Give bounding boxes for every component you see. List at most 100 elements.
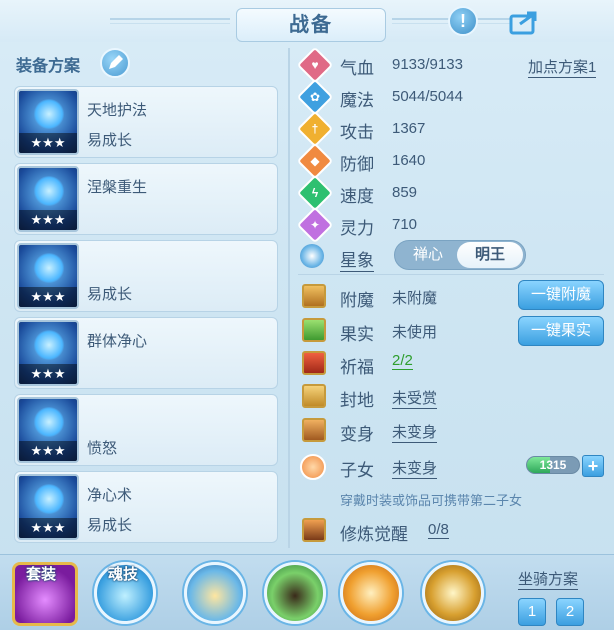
- fruit-icon: [302, 318, 326, 342]
- suit-label: 套装: [26, 566, 57, 583]
- scheme-tag: 易成长: [87, 132, 133, 149]
- gem-icon: [33, 99, 65, 129]
- blessing-label: 祈福: [340, 358, 374, 377]
- blessing-value[interactable]: 2/2: [392, 352, 413, 370]
- transform-label: 变身: [340, 425, 374, 444]
- stat-label-spirit: 灵力: [340, 219, 374, 238]
- stat-value-def: 1640: [392, 152, 426, 169]
- child-hint-text: 穿戴时装或饰品可携带第二子女: [340, 493, 523, 508]
- stat-label-atk: 攻击: [340, 123, 374, 142]
- star-rating: ★★★: [19, 364, 77, 384]
- sword-icon: †: [296, 110, 334, 148]
- toggle-option-zen[interactable]: 禅心: [399, 243, 457, 267]
- scheme-name: 天地护法: [87, 102, 148, 119]
- golden-skill-orb[interactable]: [422, 562, 484, 624]
- mount-plan-2-button[interactable]: 2: [556, 598, 584, 626]
- gem-icon: [33, 407, 65, 437]
- child-value[interactable]: 未变身: [392, 457, 438, 479]
- buddha-skill-orb[interactable]: [184, 562, 246, 624]
- constellation-label[interactable]: 星象: [340, 246, 374, 272]
- cultivate-value[interactable]: 0/8: [428, 521, 449, 539]
- enchant-value: 未附魔: [392, 290, 438, 307]
- enchant-label: 附魔: [340, 291, 374, 310]
- toggle-option-mingwang[interactable]: 明王: [457, 242, 523, 268]
- stat-label-spd: 速度: [340, 187, 374, 206]
- gem-icon: [33, 330, 65, 360]
- scheme-card-4[interactable]: ★★★ 群体净心: [14, 317, 278, 389]
- edit-pencil-icon[interactable]: [100, 48, 130, 78]
- fief-label: 封地: [340, 391, 374, 410]
- scheme-tag: 愤怒: [87, 440, 118, 457]
- star-rating: ★★★: [19, 133, 77, 153]
- stat-label-hp: 气血: [340, 59, 374, 78]
- fief-value[interactable]: 未受赏: [392, 387, 438, 409]
- child-exp-bar: 1315: [526, 456, 580, 474]
- star-rating: ★★★: [19, 210, 77, 230]
- title-wing-left: [110, 18, 230, 24]
- stat-value-atk: 1367: [392, 120, 426, 137]
- star-rating: ★★★: [19, 287, 77, 307]
- scheme-portrait: ★★★: [17, 397, 79, 463]
- alert-icon[interactable]: !: [448, 6, 478, 36]
- stats-divider: [298, 274, 604, 275]
- transform-value[interactable]: 未变身: [392, 421, 438, 443]
- gem-icon: [33, 484, 65, 514]
- dark-skill-orb[interactable]: [264, 562, 326, 624]
- scheme-portrait: ★★★: [17, 89, 79, 155]
- mount-plan-label[interactable]: 坐骑方案: [518, 568, 579, 590]
- scheme-portrait: ★★★: [17, 320, 79, 386]
- scheme-card-1[interactable]: ★★★ 天地护法 易成长: [14, 86, 278, 158]
- stat-label-def: 防御: [340, 155, 374, 174]
- fief-icon: [302, 384, 326, 408]
- scheme-portrait: ★★★: [17, 166, 79, 232]
- star-rating: ★★★: [19, 518, 77, 538]
- share-icon[interactable]: [508, 8, 542, 36]
- gem-icon: [33, 253, 65, 283]
- scheme-card-5[interactable]: ★★★ 愤怒: [14, 394, 278, 466]
- scheme-name: 净心术: [87, 487, 133, 504]
- scheme-tag: 易成长: [87, 286, 133, 303]
- fruit-value: 未使用: [392, 324, 438, 341]
- scheme-card-3[interactable]: ★★★ 易成长: [14, 240, 278, 312]
- scheme-card-2[interactable]: ★★★ 涅槃重生: [14, 163, 278, 235]
- exp-bar-value: 1315: [539, 458, 567, 472]
- cultivate-icon: [302, 518, 326, 542]
- child-label: 子女: [340, 461, 374, 480]
- point-plan-link[interactable]: 加点方案1: [528, 56, 597, 78]
- constellation-toggle[interactable]: 禅心 明王: [394, 240, 526, 270]
- panel-divider: [288, 48, 290, 548]
- scheme-name: 群体净心: [87, 333, 148, 350]
- shield-icon: ◆: [296, 142, 334, 180]
- cultivate-label: 修炼觉醒: [340, 525, 408, 544]
- scheme-portrait: ★★★: [17, 243, 79, 309]
- soul-skill-label: 魂技: [108, 566, 139, 583]
- page-title: 战备: [236, 8, 386, 42]
- stat-value-spirit: 710: [392, 216, 418, 233]
- equipment-plan-header: 装备方案: [16, 58, 81, 75]
- scheme-card-6[interactable]: ★★★ 净心术 易成长: [14, 471, 278, 543]
- one-click-fruit-button[interactable]: 一键果实: [518, 316, 604, 346]
- speed-icon: ϟ: [296, 174, 334, 212]
- stat-value-spd: 859: [392, 184, 418, 201]
- heart-icon: ♥: [296, 46, 334, 84]
- mount-plan-1-button[interactable]: 1: [518, 598, 546, 626]
- enchant-icon: [302, 284, 326, 308]
- star-rating: ★★★: [19, 441, 77, 461]
- scheme-name: 涅槃重生: [87, 179, 148, 196]
- stat-label-mp: 魔法: [340, 91, 374, 110]
- spirit-icon: ✦: [296, 206, 334, 244]
- fruit-label: 果实: [340, 325, 374, 344]
- blessing-icon: [302, 351, 326, 375]
- constellation-icon: [300, 244, 324, 268]
- scheme-portrait: ★★★: [17, 474, 79, 540]
- child-icon: [300, 454, 326, 480]
- one-click-enchant-button[interactable]: 一键附魔: [518, 280, 604, 310]
- monk-skill-orb[interactable]: [340, 562, 402, 624]
- transform-icon: [302, 418, 326, 442]
- add-exp-button[interactable]: +: [582, 455, 604, 477]
- scheme-tag: 易成长: [87, 517, 133, 534]
- magic-icon: ✿: [296, 78, 334, 116]
- stat-value-mp: 5044/5044: [392, 88, 463, 105]
- gem-icon: [33, 176, 65, 206]
- stat-value-hp: 9133/9133: [392, 56, 463, 73]
